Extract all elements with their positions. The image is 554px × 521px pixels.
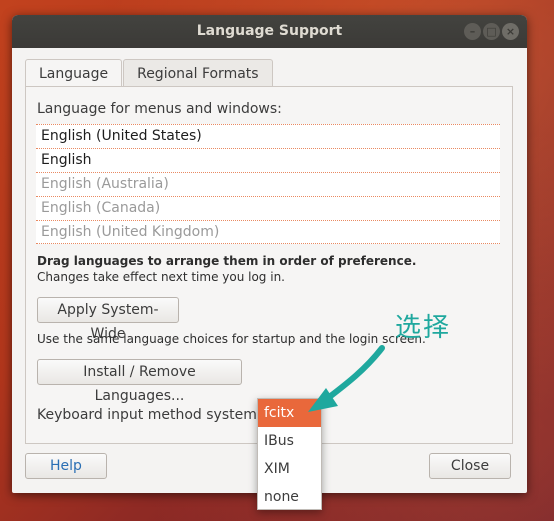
list-item[interactable]: English (United States) [36,124,500,148]
drag-hint: Drag languages to arrange them in order … [37,254,417,268]
language-list: English (United States) English English … [36,124,500,244]
languages-heading: Language for menus and windows: [37,101,282,117]
close-button[interactable]: Close [429,453,511,479]
close-icon[interactable]: × [502,23,519,40]
effect-hint: Changes take effect next time you log in… [37,270,285,284]
apply-system-wide-button[interactable]: Apply System-Wide [37,297,179,342]
dropdown-option-xim[interactable]: XIM [258,455,321,483]
annotation-label: 选择 [395,313,452,343]
help-button[interactable]: Help [25,453,107,479]
list-item[interactable]: English (Canada) [36,196,500,220]
annotation-arrow-icon [308,345,385,412]
dropdown-option-ibus[interactable]: IBus [258,427,321,455]
maximize-icon[interactable]: □ [483,23,500,40]
tab-bar: Language Regional Formats [25,59,274,88]
tab-regional-formats[interactable]: Regional Formats [123,59,273,87]
window-title: Language Support [196,23,343,39]
list-item[interactable]: English [36,148,500,172]
list-item[interactable]: English (Australia) [36,172,500,196]
dropdown-option-none[interactable]: none [258,483,321,511]
language-panel: Language for menus and windows: English … [25,86,513,444]
install-remove-languages-button[interactable]: Install / Remove Languages... [37,359,242,404]
keyboard-input-label: Keyboard input method system: [37,407,262,423]
title-bar[interactable]: Language Support – □ × [12,15,527,48]
minimize-icon[interactable]: – [464,23,481,40]
help-label: Help [50,458,82,474]
tab-language[interactable]: Language [25,59,123,88]
list-item[interactable]: English (United Kingdom) [36,220,500,244]
